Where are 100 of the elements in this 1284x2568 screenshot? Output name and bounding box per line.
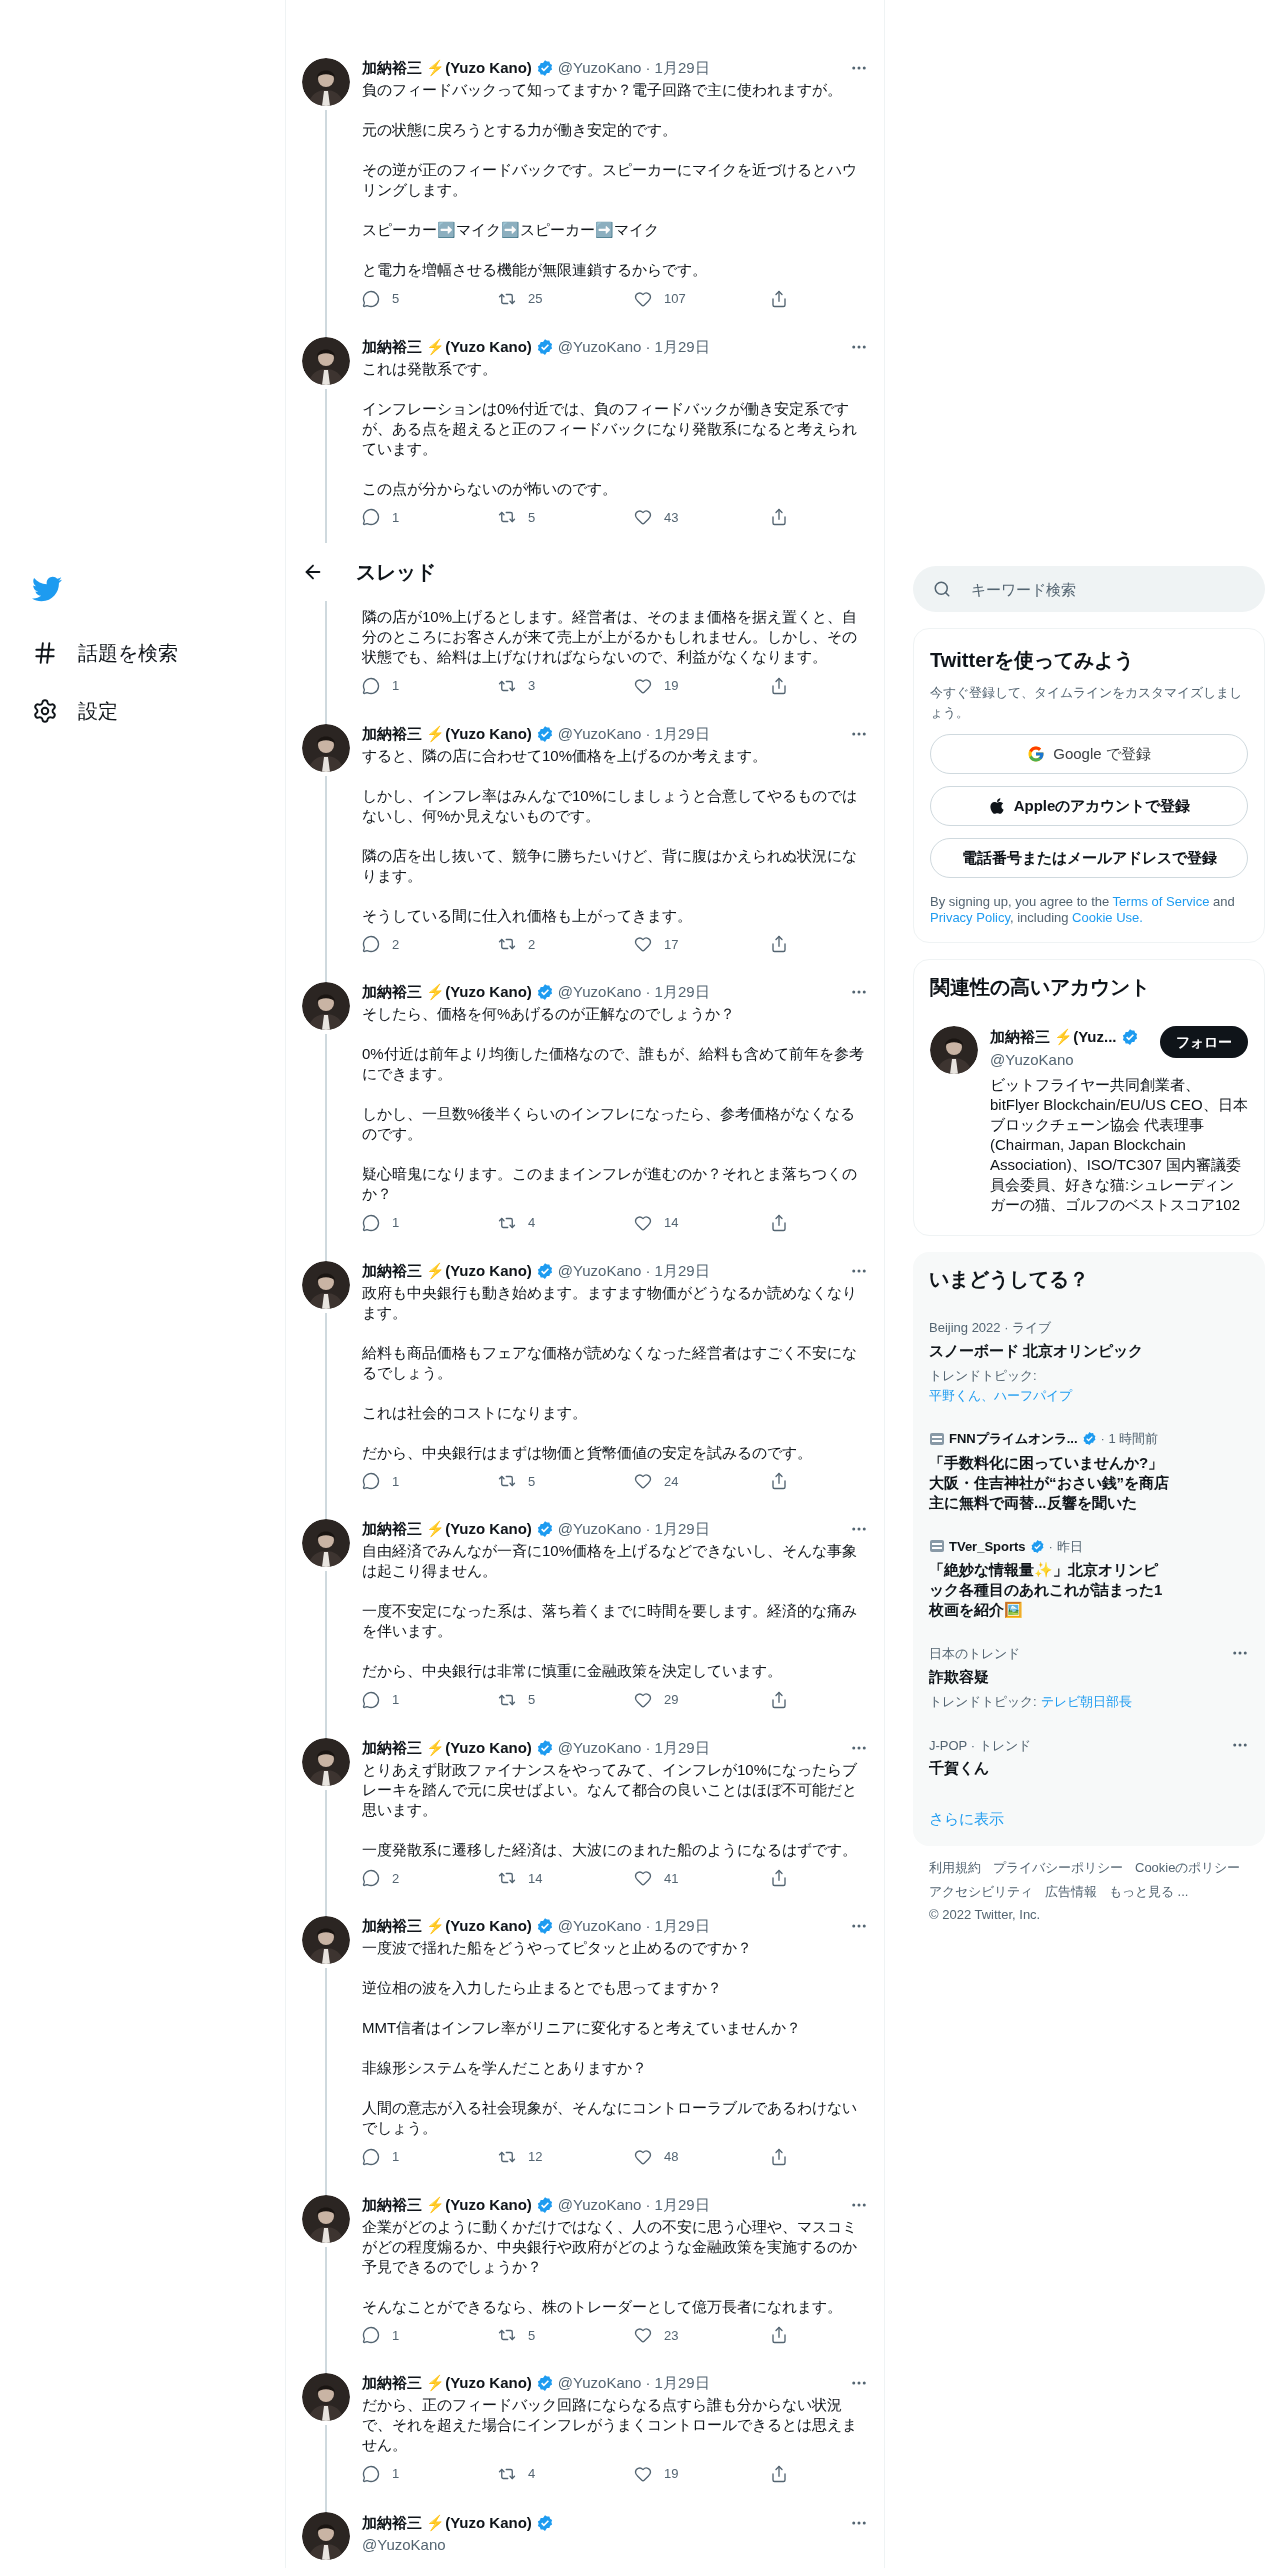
tweet-text: 自由経済でみんなが一斉に10%価格を上げるなどできないし、そんな事象は起こり得ません。 <box>362 1541 859 1581</box>
like-button[interactable]: 19 <box>634 676 770 696</box>
share-button[interactable] <box>770 2147 788 2166</box>
account-handle: @YuzoKano <box>990 1049 1075 1070</box>
share-button[interactable] <box>770 1869 788 1888</box>
google-logo-icon <box>1027 745 1046 763</box>
reply-button[interactable]: 1 <box>362 507 498 527</box>
topics-label: トレンドトピック: <box>929 1693 1037 1711</box>
like-button[interactable]: 41 <box>634 1868 770 1888</box>
author-handle: @YuzoKano <box>557 1519 642 1539</box>
like-button[interactable]: 48 <box>634 2147 770 2167</box>
retweet-button[interactable]: 5 <box>498 1690 634 1710</box>
share-button[interactable] <box>770 1690 788 1709</box>
tweet-date: · 1月29日 <box>645 1519 710 1539</box>
reply-button[interactable]: 1 <box>362 1471 498 1491</box>
verified-badge-icon <box>535 2513 554 2532</box>
share-icon <box>770 2147 788 2166</box>
footer-link[interactable]: アクセシビリティ <box>929 1881 1033 1901</box>
avatar <box>302 2373 350 2421</box>
share-button[interactable] <box>770 2464 788 2483</box>
retweet-button[interactable]: 14 <box>498 1868 634 1888</box>
reply-icon <box>362 2464 380 2483</box>
count: 23 <box>664 2326 679 2345</box>
account-name[interactable]: 加納裕三 ⚡(Yuz... <box>990 1026 1117 1049</box>
footer-link[interactable]: もっと見る ... <box>1109 1881 1189 1901</box>
nav-item[interactable]: 話題を検索 <box>32 624 285 682</box>
retweet-button[interactable]: 5 <box>498 2325 634 2345</box>
reply-button[interactable]: 1 <box>362 1690 498 1710</box>
share-button[interactable] <box>770 935 788 954</box>
footer-link[interactable]: 利用規約 <box>929 1858 981 1878</box>
author-handle: @YuzoKano <box>557 982 642 1002</box>
count: 4 <box>528 1214 536 1232</box>
share-button[interactable] <box>770 289 788 308</box>
like-button[interactable]: 107 <box>634 289 770 309</box>
author-name: 加納裕三 ⚡(Yuzo Kano) <box>362 723 532 744</box>
reply-button[interactable]: 2 <box>362 934 498 954</box>
tweet-text: 隣の店を出し抜いて、競争に勝ちたいけど、背に腹はかえられぬ状況になります。 <box>362 845 858 886</box>
reply-button[interactable]: 1 <box>362 1213 498 1233</box>
retweet-button[interactable]: 4 <box>498 1213 634 1233</box>
news-headline[interactable]: 「絶妙な情報量✨」北京オリンピック各種目のあれこれが詰まった1枚画を紹介🖼 <box>929 1560 1169 1620</box>
avatar <box>302 336 350 385</box>
like-button[interactable]: 23 <box>634 2325 770 2345</box>
tweet-text: 0%付近は前年より均衡した価格なので、誰もが、給料も含めて前年を参考にできます。 <box>362 1044 865 1084</box>
footer-link[interactable]: 広告情報 <box>1045 1881 1097 1901</box>
share-button[interactable] <box>770 676 788 695</box>
share-button[interactable] <box>770 2326 788 2345</box>
retweet-button[interactable]: 2 <box>498 934 634 954</box>
like-button[interactable]: 19 <box>634 2464 770 2484</box>
retweet-button[interactable]: 12 <box>498 2147 634 2167</box>
follow-button[interactable]: フォロー <box>1160 1026 1248 1058</box>
count: 1 <box>392 2148 400 2166</box>
search-field[interactable]: キーワード検索 <box>913 566 1265 612</box>
author-handle: @YuzoKano <box>557 723 642 744</box>
source-icon <box>929 1430 945 1447</box>
tweet-text: 給料も商品価格もフェアな価格が読めなくなった経営者はすごく不安になるでしょう。 <box>362 1342 858 1383</box>
share-icon <box>770 1213 788 1232</box>
reply-icon <box>362 2326 380 2345</box>
tweet-text: しかし、インフレ率はみんなで10%にしましょうと合意してやるものではないし、何%か見えないものです。 <box>362 785 859 826</box>
share-button[interactable] <box>770 1472 788 1491</box>
reply-button[interactable]: 1 <box>362 2325 498 2345</box>
like-button[interactable]: 17 <box>634 934 770 954</box>
count: 2 <box>392 1869 400 1888</box>
author-name: 加納裕三 ⚡(Yuzo Kano) <box>362 1916 532 1936</box>
search-icon <box>933 580 951 598</box>
retweet-button[interactable]: 25 <box>498 289 634 309</box>
news-headline[interactable]: 「手数料化に困っていませんか?」大阪・住吉神社が“おさい銭”を商店主に無料で両替...反響を聞いた <box>929 1452 1169 1513</box>
reply-button[interactable]: 1 <box>362 2147 498 2167</box>
retweet-button[interactable]: 4 <box>498 2464 634 2484</box>
count: 19 <box>664 677 679 695</box>
retweet-button[interactable]: 5 <box>498 1471 634 1491</box>
nav-item[interactable]: 設定 <box>32 682 285 740</box>
trend-title[interactable]: 千賀くん <box>929 1757 1231 1780</box>
like-button[interactable]: 43 <box>634 507 770 527</box>
reply-button[interactable]: 1 <box>362 676 498 696</box>
footer-link[interactable]: Cookieのポリシー <box>1135 1858 1241 1878</box>
retweet-button[interactable]: 5 <box>498 507 634 527</box>
retweet-button[interactable]: 3 <box>498 676 634 696</box>
twitter-logo-icon[interactable] <box>32 574 62 604</box>
reply-icon <box>362 1213 380 1232</box>
avatar <box>930 1026 978 1074</box>
like-button[interactable]: 29 <box>634 1690 770 1710</box>
avatar <box>302 1519 350 1567</box>
reply-icon <box>362 1472 380 1491</box>
like-icon <box>634 2464 652 2483</box>
card-title: Twitterを使ってみよう <box>930 648 1136 673</box>
share-button[interactable] <box>770 508 788 527</box>
footer-link[interactable]: プライバシーポリシー <box>993 1858 1123 1878</box>
trend-title[interactable]: 詐欺容疑 <box>929 1665 1231 1688</box>
tweet-date: · 1月29日 <box>645 2373 710 2393</box>
reply-button[interactable]: 5 <box>362 289 498 309</box>
like-icon <box>634 1690 652 1709</box>
trend-title[interactable]: スノーボード 北京オリンピック <box>929 1339 1249 1362</box>
like-button[interactable]: 14 <box>634 1213 770 1233</box>
share-button[interactable] <box>770 1213 788 1232</box>
reply-button[interactable]: 1 <box>362 2464 498 2484</box>
tweet-text: 一度不安定になった系は、落ち着くまでに時間を要します。経済的な痛みを伴います。 <box>362 1601 858 1641</box>
footer-link[interactable]: © 2022 Twitter, Inc. <box>929 1905 1041 1925</box>
like-button[interactable]: 24 <box>634 1471 770 1491</box>
reply-button[interactable]: 2 <box>362 1868 498 1888</box>
tweet-text: 一度波で揺れた船をどうやってピタッと止めるのですか？ <box>362 1938 753 1958</box>
